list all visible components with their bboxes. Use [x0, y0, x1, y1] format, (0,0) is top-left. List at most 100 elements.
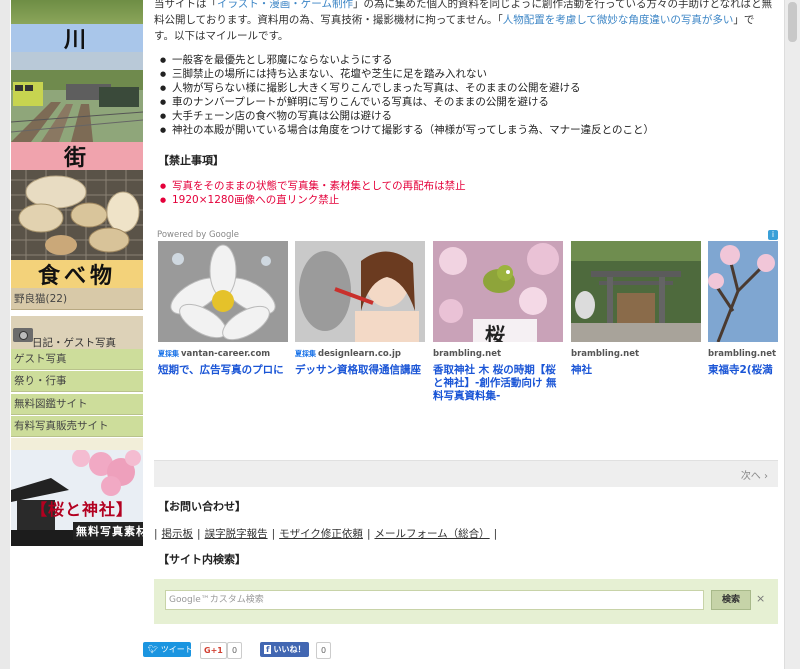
sidebar-photo-train[interactable] [11, 52, 143, 142]
link-separator: | [197, 528, 201, 540]
ad-card[interactable]: 桜 brambling.net 香取神社 木 桜の時期【桜と神社】-創作活動向け… [433, 241, 563, 403]
ad-card[interactable]: 夏採集 designlearn.co.jp デッサン資格取得通信講座 [295, 241, 425, 377]
ad-powered-by: Powered by Google [157, 230, 239, 240]
ad-image-drawing[interactable] [295, 241, 425, 342]
tweet-label: ツイート [160, 645, 193, 654]
gplus-button[interactable]: G+1 [200, 642, 227, 659]
facebook-like-count: 0 [316, 642, 332, 659]
ad-next-button[interactable]: 次へ › [741, 467, 768, 482]
ad-tag: 夏採集 [158, 350, 179, 358]
intro-paragraph: 当サイトは「イラスト・漫画・ゲーム制作」の為に集めた個人的資料を同じように創作活… [154, 0, 774, 44]
sidebar-spacer [11, 438, 143, 450]
ad-image-shrine[interactable] [571, 241, 701, 342]
site-search-heading: 【サイト内検索】 [158, 553, 246, 566]
ad-image-sakura-label: 桜 [485, 323, 505, 342]
intro-text-1: 当サイトは「 [154, 0, 217, 10]
ad-image-bird[interactable]: 桜 [433, 241, 563, 342]
sidebar-item-paid-photo[interactable]: 有料写真販売サイト [11, 416, 143, 437]
sidebar-item-free-encyclopedia[interactable]: 無料図鑑サイト [11, 394, 143, 415]
ad-footer: 次へ › [154, 460, 778, 487]
sidebar-item-guest-photo[interactable]: ゲスト写真 [11, 349, 143, 370]
link-separator: | [366, 528, 371, 540]
search-input[interactable]: Google™カスタム検索 [165, 590, 704, 610]
ad-domain-text: brambling.net [433, 349, 502, 359]
link-typo-report[interactable]: 誤字脱字報告 [205, 528, 268, 540]
contact-links: | 掲示板 | 誤字脱字報告 | モザイク修正依頼 | メールフォーム（総合） | [154, 526, 501, 541]
intro-link-illustration[interactable]: イラスト・漫画・ゲーム制作 [217, 0, 353, 10]
sidebar-diary-heading[interactable]: 日記・ゲスト写真 [11, 316, 143, 349]
ad-domain[interactable]: brambling.net [571, 349, 701, 359]
ad-card[interactable]: 夏採集 vantan-career.com 短期で、広告写真のプロに [158, 241, 288, 377]
ad-image-tree[interactable] [708, 241, 778, 342]
banned-item: 写真をそのままの状態で写真集・素材集としての再配布は禁止 [158, 179, 466, 193]
rule-item: 大手チェーン店の食べ物の写真は公開は避ける [158, 109, 778, 123]
rule-item: 人物が写らない様に撮影し大きく写りこんでしまった写真は、そのままの公開を避ける [158, 81, 778, 95]
ad-title[interactable]: デッサン資格取得通信講座 [295, 364, 425, 377]
rule-item: 一般客を最優先とし邪魔にならないようにする [158, 53, 778, 67]
ad-tag: 夏採集 [295, 350, 316, 358]
page: 川 街 食べ物 野良猫(22) 日記・ゲスト写真 ゲスト写真 祭り・行事 無料図… [0, 0, 800, 669]
banned-list: 写真をそのままの状態で写真集・素材集としての再配布は禁止 1920×1280画像… [158, 179, 466, 207]
ad-unit: Powered by Google i 夏採集 vantan-career.co… [154, 227, 778, 487]
ad-card[interactable]: brambling.net 神社 [571, 241, 701, 377]
search-button[interactable]: 検索 [711, 590, 751, 610]
facebook-icon: f [264, 645, 272, 654]
ad-title[interactable]: 香取神社 木 桜の時期【桜と神社】-創作活動向け 無料写真資料集- [433, 364, 561, 403]
facebook-like-button[interactable]: f いいね！ [260, 642, 310, 657]
banner-subtitle: 無料写真素材 [73, 522, 143, 540]
vertical-scrollbar[interactable] [784, 0, 800, 669]
drawing-image [295, 241, 425, 342]
clear-icon[interactable]: × [756, 592, 765, 605]
sidebar-heading-street[interactable]: 街 [11, 142, 143, 171]
sakura-shrine-banner[interactable]: 【桜と神社】 無料写真素材 [11, 450, 143, 546]
ad-domain[interactable]: 夏採集 designlearn.co.jp [295, 349, 425, 359]
rule-item: 神社の本殿が開いている場合は角度をつけて撮影する（神様が写ってしまう為、マナー違… [158, 123, 778, 137]
banner-title: 【桜と神社】 [31, 500, 134, 519]
banned-heading: 【禁止事項】 [158, 154, 224, 167]
sidebar-heading-river[interactable]: 川 [11, 24, 143, 53]
rule-item: 車のナンバープレートが鮮明に写りこんでいる写真は、そのままの公開を避ける [158, 95, 778, 109]
ad-info-icon[interactable]: i [768, 230, 778, 240]
train-photo-image [11, 52, 143, 142]
sidebar-item-festival[interactable]: 祭り・行事 [11, 371, 143, 392]
ad-domain-text: brambling.net [708, 349, 777, 359]
shrine-image [571, 241, 701, 342]
ad-title[interactable]: 東福寺2(桜満 [708, 364, 778, 377]
site-search-box: Google™カスタム検索 検索 × [154, 579, 778, 624]
link-bbs[interactable]: 掲示板 [162, 528, 194, 540]
link-mosaic-request[interactable]: モザイク修正依頼 [279, 528, 363, 540]
scrollbar-thumb[interactable] [788, 2, 797, 42]
rule-item: 三脚禁止の場所には持ち込まない、花壇や芝生に足を踏み入れない [158, 67, 778, 81]
sidebar-item-stray-cat[interactable]: 野良猫(22) [11, 288, 143, 310]
clams-photo-image [11, 170, 143, 260]
banned-item: 1920×1280画像への直リンク禁止 [158, 193, 466, 207]
link-separator: | [271, 528, 276, 540]
camera-icon [13, 328, 33, 342]
contact-heading: 【お問い合わせ】 [158, 500, 246, 513]
link-separator: | [154, 528, 158, 540]
sidebar-photo-clams[interactable] [11, 170, 143, 260]
link-mail-form[interactable]: メールフォーム（総合） [374, 528, 489, 540]
my-rules-list: 一般客を最優先とし邪魔にならないようにする 三脚禁止の場所には持ち込まない、花壇… [158, 53, 778, 137]
ad-domain[interactable]: brambling.net [708, 349, 778, 359]
ad-title[interactable]: 短期で、広告写真のプロに [158, 364, 288, 377]
ad-domain-text: designlearn.co.jp [318, 349, 401, 359]
link-separator: | [493, 528, 498, 540]
ad-image-flower[interactable] [158, 241, 288, 342]
twitter-bird-icon: 🐦︎ [148, 645, 159, 654]
ad-title[interactable]: 神社 [571, 364, 701, 377]
tweet-button[interactable]: 🐦︎ ツイート [143, 642, 193, 657]
sidebar-photo-top[interactable] [11, 0, 143, 24]
ad-domain[interactable]: brambling.net [433, 349, 563, 359]
ad-card[interactable]: brambling.net 東福寺2(桜満 [708, 241, 778, 377]
flower-image [158, 241, 288, 342]
ad-domain-text: brambling.net [571, 349, 640, 359]
gplus-count: 0 [227, 642, 243, 659]
tree-image [708, 241, 778, 342]
sidebar-heading-food[interactable]: 食べ物 [11, 260, 143, 289]
sidebar-diary-label: 日記・ゲスト写真 [32, 337, 116, 349]
ad-domain[interactable]: 夏採集 vantan-career.com [158, 349, 288, 359]
intro-link-people[interactable]: 人物配置を考慮して微妙な角度違いの写真が多い [503, 14, 734, 26]
facebook-like-label: いいね！ [273, 645, 306, 654]
ad-domain-text: vantan-career.com [181, 349, 271, 359]
